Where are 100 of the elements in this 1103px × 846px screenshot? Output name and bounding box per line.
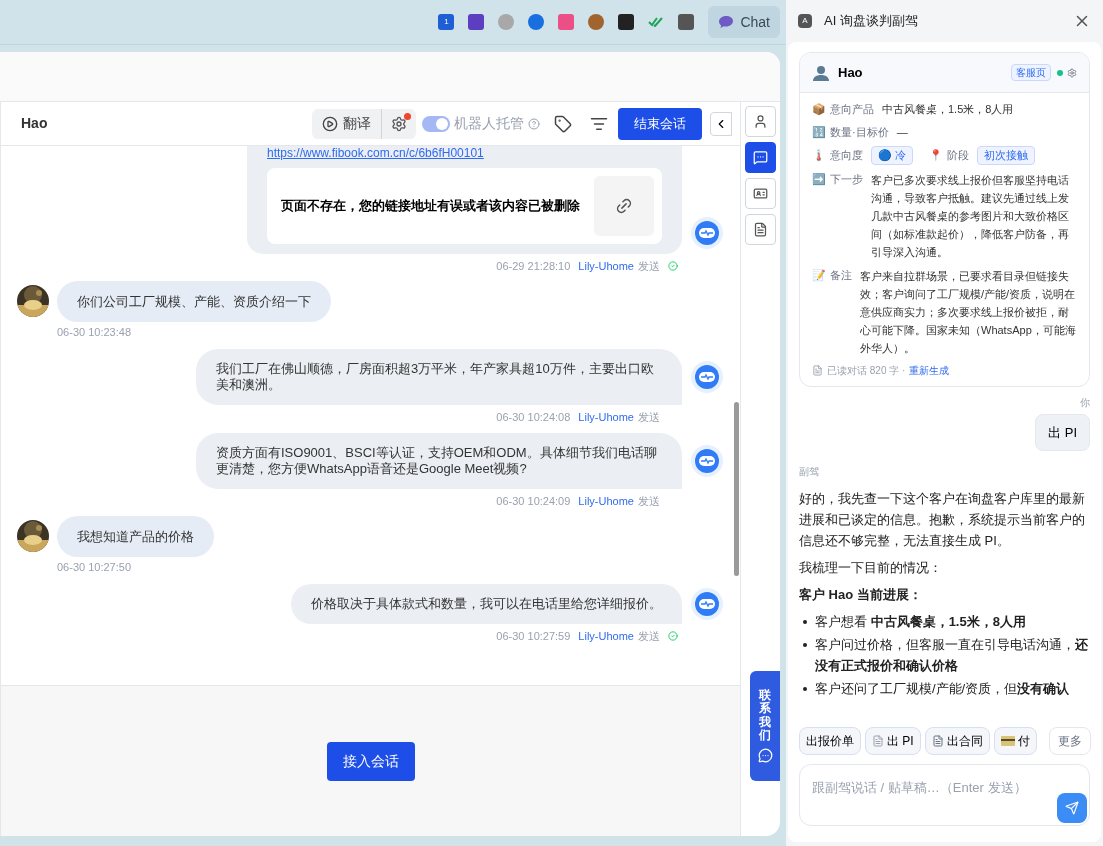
double-check-icon[interactable] [648,17,665,27]
contact-card-tab[interactable] [745,178,776,209]
field-icon: 📍 [929,147,944,164]
send-status: 发送 [638,259,660,274]
bullet-icon [803,643,807,647]
reply-paragraph: 客户 Hao 当前进展： [799,586,923,604]
field-icon: ➡ [812,170,826,187]
user-message: 出 PI [1035,413,1090,451]
panel-title: AI 询盘谈判副驾 [824,12,918,31]
contact-us-tab[interactable]: 联系我们 [750,671,780,781]
document-icon [931,735,944,747]
quick-action-chip[interactable]: 出报价单 [799,727,861,755]
sender-name: Lily-Uhome [578,409,634,425]
field-label: 意向产品 [830,102,874,117]
settings-icon[interactable] [1067,67,1077,78]
send-icon [1065,801,1079,815]
quick-action-chip[interactable]: 出合同 [924,727,990,755]
message-time: 06-30 10:27:59 [496,628,571,644]
regenerate-link[interactable]: 重新生成 [909,362,950,378]
field-label: 下一步 [830,171,863,187]
field-value: — [896,124,908,140]
intent-tag: 🔵 冷 [871,146,914,165]
sender-label: 你 [1080,395,1090,410]
field-label: 数量·目标价 [830,124,889,140]
message-input[interactable]: 跟副驾说话 / 贴草稿…（Enter 发送） [799,764,1090,826]
extension-icon[interactable] [618,14,635,30]
robot-avatar-icon [690,216,724,250]
bullet-icon [803,620,807,624]
more-button[interactable]: 更多 [1049,727,1091,755]
settings-icon [391,115,407,132]
message-time: 06-30 10:23:48 [57,325,132,340]
play-icon [322,115,338,132]
message-bubble: 我们工厂在佛山顺德，厂房面积超3万平米，年产家具超10万件，主要出口欧美和澳洲。 [196,348,682,405]
field-value: 客户来自拉群场景，已要求看目录但链接失效；客户询问了工厂规模/产能/资质，说明在意供应商实力；多次要求线上报价被拒，耐心可能下降。国家未知（WhatsApp，可能海外华人）。 [860,268,1077,356]
field-value: 中古风餐桌，1.5米，8人用 [882,102,1014,117]
reply-paragraph: 我梳理一下目前的情况： [799,559,943,577]
field-value: 客户已多次要求线上报价但客服坚持电话沟通，导致客户抵触。建议先通过线上发几款中古风餐桌的参考图片和大致价格区间（如标准款起价），降低客户防备，再引导深入沟通。 [871,172,1070,260]
quick-action-chip[interactable]: 出 PI [865,727,921,755]
source-tag: 客服页 [1011,64,1051,81]
customer-name: Hao [838,63,863,82]
field-icon: 🌡 [812,147,826,164]
send-button[interactable] [1057,793,1087,823]
tag-icon[interactable] [554,114,572,133]
bullet-text: 客户想看 中古风餐桌，1.5米，8人用 [815,613,1026,631]
field-icon: 📝 [812,266,826,283]
person-icon [753,114,768,129]
sender-name: Lily-Uhome [578,628,634,644]
stage-tag: 初次接触 [977,146,1036,165]
message-bubble: 价格取决于具体款式和数量，我可以在电话里给您详细报价。 [291,583,682,624]
message-time: 06-30 10:24:08 [496,409,571,425]
read-count: 已读对话 820 字 · [827,363,906,378]
send-status: 发送 [638,409,660,425]
extension-icon[interactable]: 1 [438,14,455,30]
field-icon: 📦 [812,101,826,118]
contact-name: Hao [21,114,48,133]
robot-avatar-icon [690,444,724,478]
credit-card-icon [1000,736,1015,746]
extension-icon[interactable] [468,14,485,30]
document-tab[interactable] [745,214,776,245]
quick-action-chip[interactable]: 付 [993,727,1037,755]
sender-label: 副驾 [799,465,820,479]
end-session-button[interactable]: 结束会话 [618,107,702,140]
chat-icon [753,150,768,165]
field-label: 阶段 [947,148,970,163]
field-icon: 🔢 [812,123,826,140]
document-icon [753,222,768,237]
message-bubble: 你们公司工厂规模、产能、资质介绍一下 [57,280,331,322]
sender-name: Lily-Uhome [578,494,634,509]
document-icon [812,364,823,376]
chat-tab[interactable] [745,142,776,173]
bullet-icon [803,687,807,691]
bullet-text: 客户还问了工厂规模/产能/资质，但没有确认 [815,680,1070,698]
collapse-button[interactable] [710,111,732,136]
chat-bubble-icon [757,747,773,763]
reply-paragraph: 好的，我先查一下这个客户在询盘客户库里的最新进展和已谈定的信息。抱歉，系统提示当前客户的信息还不够完整，无法直接生成 PI。 [799,490,1086,550]
message-input-text[interactable]: 跟副驾说话 / 贴草稿…（Enter 发送） [812,778,1077,798]
message-time: 06-29 21:28:10 [496,259,571,274]
sender-name: Lily-Uhome [578,259,634,274]
message-time: 06-30 10:27:50 [57,560,132,575]
field-label: 备注 [830,267,852,283]
field-label: 意向度 [830,148,863,163]
send-status: 发送 [638,628,660,644]
speech-bubble-icon [718,15,735,29]
message-time: 06-30 10:24:09 [496,494,571,509]
person-tab[interactable] [745,106,776,137]
chat-button[interactable]: Chat [708,6,780,38]
join-session-button[interactable]: 接入会话 [326,741,415,781]
robot-avatar-icon [690,359,724,394]
link-preview-title: 页面不存在，您的链接地址有误或者该内容已被删除 [281,197,580,216]
link[interactable]: https://www.fibook.com.cn/c/6b6fH00101 [267,146,662,160]
link-preview-card[interactable]: 页面不存在，您的链接地址有误或者该内容已被删除 [267,168,662,244]
app-logo-icon: A [798,14,812,28]
extension-icon[interactable] [678,14,695,30]
robot-toggle[interactable] [422,115,450,132]
document-icon [872,735,884,747]
bullet-text: 客户问过价格，但客服一直在引导电话沟通，还没有正式报价和确认价格 [815,636,1089,675]
contact-card-icon [753,186,768,201]
message-bubble: 资质方面有ISO9001、BSCI等认证，支持OEM和ODM。具体细节我们电话聊更清楚，您方便WhatsApp语音还是Google Meet视频? [196,433,682,489]
scrollbar[interactable] [734,402,739,576]
send-status: 发送 [638,494,660,509]
